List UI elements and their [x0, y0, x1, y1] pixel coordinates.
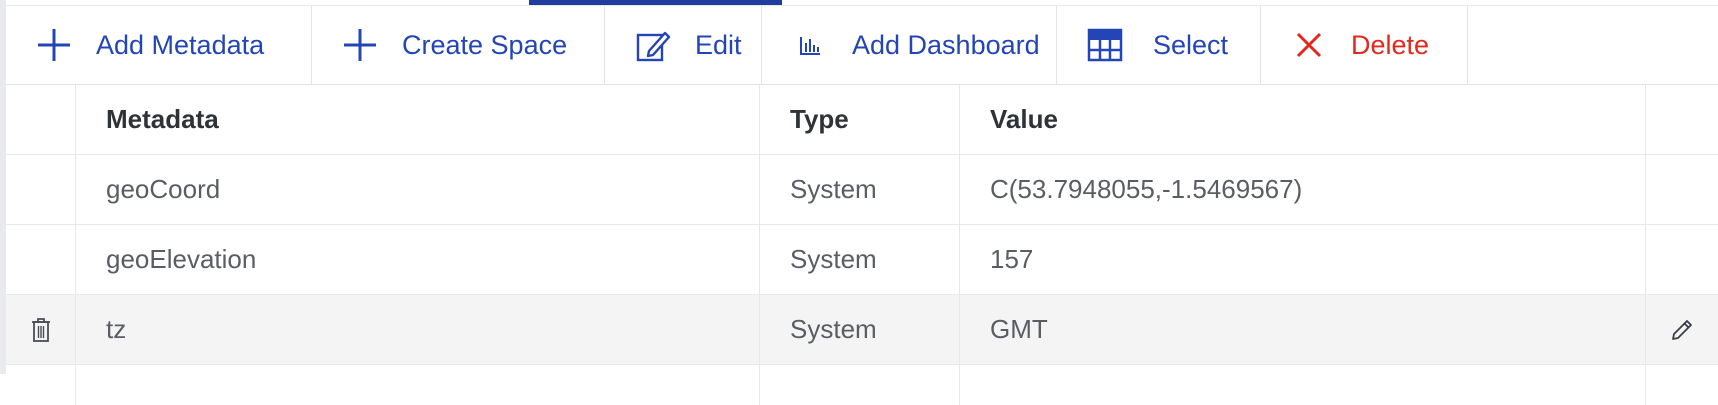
trash-icon[interactable] [27, 316, 55, 344]
metadata-cell [76, 365, 760, 405]
type-cell [760, 365, 960, 405]
delete-button[interactable]: Delete [1261, 6, 1468, 84]
type-cell: System [760, 225, 960, 294]
value-cell [960, 365, 1646, 405]
type-cell: System [760, 295, 960, 364]
row-action-cell [6, 225, 76, 294]
row-action-cell [6, 295, 76, 364]
metadata-cell: tz [76, 295, 760, 364]
row-edit-cell [1646, 155, 1718, 224]
metadata-cell: geoCoord [76, 155, 760, 224]
value-cell: GMT [960, 295, 1646, 364]
add-metadata-button[interactable]: Add Metadata [6, 6, 312, 84]
add-dashboard-button[interactable]: Add Dashboard [762, 6, 1057, 84]
column-header-value[interactable]: Value [960, 85, 1646, 154]
metadata-cell: geoElevation [76, 225, 760, 294]
delete-label: Delete [1351, 29, 1430, 60]
toolbar: Add Metadata Create Space Edit Add Dashb… [6, 5, 1718, 85]
grid-select-icon [1085, 25, 1125, 65]
header-edit-cell [1646, 85, 1718, 154]
add-dashboard-label: Add Dashboard [852, 29, 1040, 60]
table-row[interactable]: geoCoord System C(53.7948055,-1.5469567) [6, 155, 1718, 225]
type-cell: System [760, 155, 960, 224]
edit-label: Edit [695, 29, 742, 60]
edit-button[interactable]: Edit [605, 6, 762, 84]
row-edit-cell [1646, 295, 1718, 364]
row-action-cell [6, 155, 76, 224]
select-label: Select [1153, 29, 1229, 60]
plus-icon [340, 25, 380, 65]
table-row[interactable]: tz System GMT [6, 295, 1718, 365]
edit-icon [633, 25, 673, 65]
pencil-icon[interactable] [1668, 316, 1696, 344]
select-button[interactable]: Select [1057, 6, 1261, 84]
column-header-metadata[interactable]: Metadata [76, 85, 760, 154]
create-space-button[interactable]: Create Space [312, 6, 605, 84]
metadata-table: Metadata Type Value geoCoord System C(53… [6, 85, 1718, 405]
row-edit-cell [1646, 225, 1718, 294]
create-space-label: Create Space [402, 29, 568, 60]
row-edit-cell [1646, 365, 1718, 405]
plus-icon [34, 25, 74, 65]
add-metadata-label: Add Metadata [96, 29, 265, 60]
bar-chart-icon [790, 25, 830, 65]
column-header-type[interactable]: Type [760, 85, 960, 154]
app-frame: Add Metadata Create Space Edit Add Dashb… [0, 0, 1718, 405]
table-row[interactable] [6, 365, 1718, 405]
header-actions-cell [6, 85, 76, 154]
close-icon [1289, 25, 1329, 65]
table-header-row: Metadata Type Value [6, 85, 1718, 155]
table-row[interactable]: geoElevation System 157 [6, 225, 1718, 295]
value-cell: 157 [960, 225, 1646, 294]
value-cell: C(53.7948055,-1.5469567) [960, 155, 1646, 224]
row-action-cell [6, 365, 76, 405]
